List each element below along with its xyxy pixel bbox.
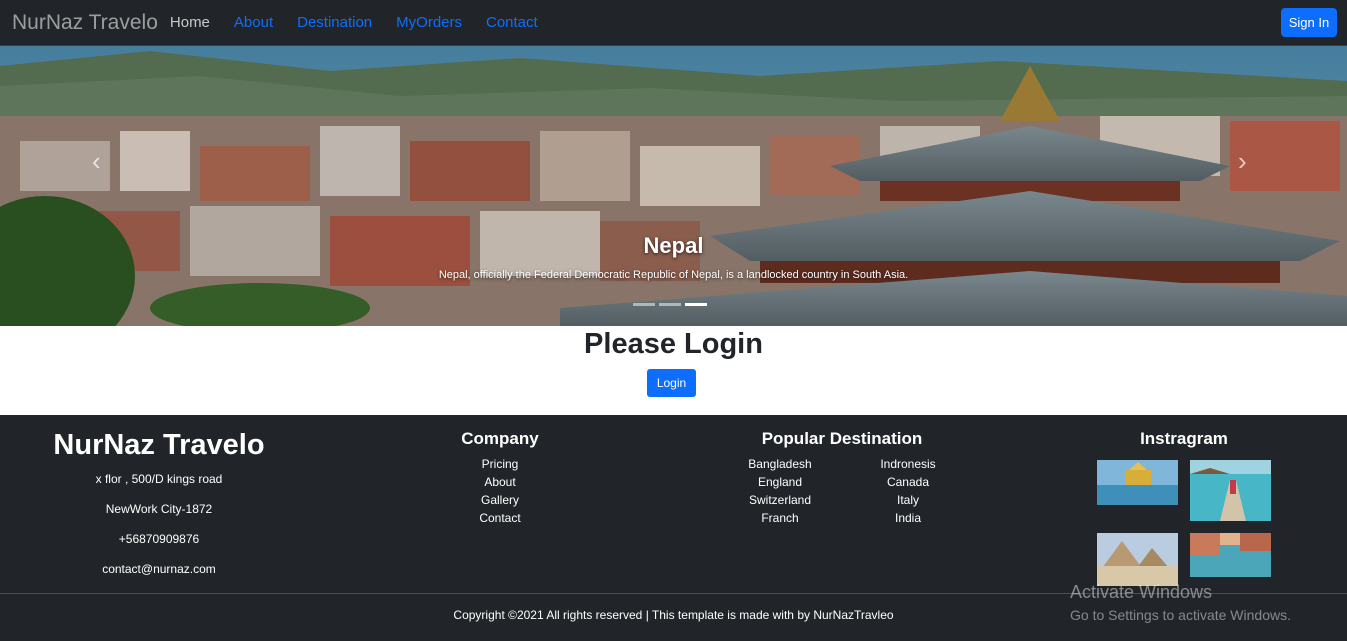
destination-franch[interactable]: Franch bbox=[720, 511, 840, 525]
hero-image bbox=[0, 46, 1347, 326]
activate-windows-title: Activate Windows bbox=[1070, 582, 1213, 602]
footer-link-contact[interactable]: Contact bbox=[400, 511, 600, 525]
destination-indronesis[interactable]: Indronesis bbox=[848, 457, 968, 471]
footer-link-gallery[interactable]: Gallery bbox=[400, 493, 600, 507]
login-heading: Please Login bbox=[584, 328, 763, 360]
instagram-thumb-4[interactable] bbox=[1190, 533, 1271, 577]
footer-popular-heading: Popular Destination bbox=[761, 429, 923, 448]
activate-windows-subtitle: Go to Settings to activate Windows. bbox=[1070, 607, 1291, 623]
nav-link-myorders[interactable]: MyOrders bbox=[396, 14, 462, 31]
footer-email[interactable]: contact@nurnaz.com bbox=[0, 562, 318, 576]
footer-link-pricing[interactable]: Pricing bbox=[400, 457, 600, 471]
footer-instagram-heading: Instragram bbox=[1140, 429, 1228, 448]
destination-india[interactable]: India bbox=[848, 511, 968, 525]
chevron-right-icon[interactable]: › bbox=[1238, 146, 1247, 177]
page: NurNaz Travelo Home About Destination My… bbox=[0, 0, 1347, 641]
carousel-caption-title: Nepal bbox=[643, 233, 704, 258]
footer-phone: +56870909876 bbox=[118, 532, 200, 546]
destination-bangladesh[interactable]: Bangladesh bbox=[720, 457, 840, 471]
instagram-thumb-1[interactable] bbox=[1097, 460, 1178, 505]
carousel-caption-text: Nepal, officially the Federal Democratic… bbox=[438, 269, 909, 281]
chevron-left-icon[interactable]: ‹ bbox=[92, 146, 101, 177]
instagram-thumb-3[interactable] bbox=[1097, 533, 1178, 586]
nav-link-home[interactable]: Home bbox=[170, 14, 210, 31]
carousel-indicator-2[interactable] bbox=[659, 303, 681, 306]
footer-link-about[interactable]: About bbox=[400, 475, 600, 489]
carousel-indicator-1[interactable] bbox=[633, 303, 655, 306]
navbar: NurNaz Travelo Home About Destination My… bbox=[0, 0, 1347, 46]
destination-switzerland[interactable]: Switzerland bbox=[720, 493, 840, 507]
footer-company-heading: Company bbox=[461, 429, 539, 448]
nav-link-about[interactable]: About bbox=[234, 14, 273, 31]
login-button[interactable]: Login bbox=[647, 369, 696, 397]
signin-button[interactable]: Sign In bbox=[1281, 8, 1337, 37]
footer-city: NewWork City-1872 bbox=[105, 502, 213, 516]
nav-link-contact[interactable]: Contact bbox=[486, 14, 538, 31]
carousel-indicator-3[interactable] bbox=[685, 303, 707, 306]
destination-england[interactable]: England bbox=[720, 475, 840, 489]
footer-address: x flor , 500/D kings road bbox=[95, 472, 223, 486]
navbar-brand[interactable]: NurNaz Travelo bbox=[12, 11, 158, 35]
footer-brand: NurNaz Travelo bbox=[53, 429, 265, 461]
hero-carousel: ‹ › Nepal Nepal, officially the Federal … bbox=[0, 46, 1347, 326]
destination-italy[interactable]: Italy bbox=[848, 493, 968, 507]
footer: NurNaz Travelo x flor , 500/D kings road… bbox=[0, 415, 1347, 641]
instagram-thumb-2[interactable] bbox=[1190, 460, 1271, 521]
destination-canada[interactable]: Canada bbox=[848, 475, 968, 489]
nav-link-destination[interactable]: Destination bbox=[297, 14, 372, 31]
carousel-indicators bbox=[633, 303, 707, 306]
